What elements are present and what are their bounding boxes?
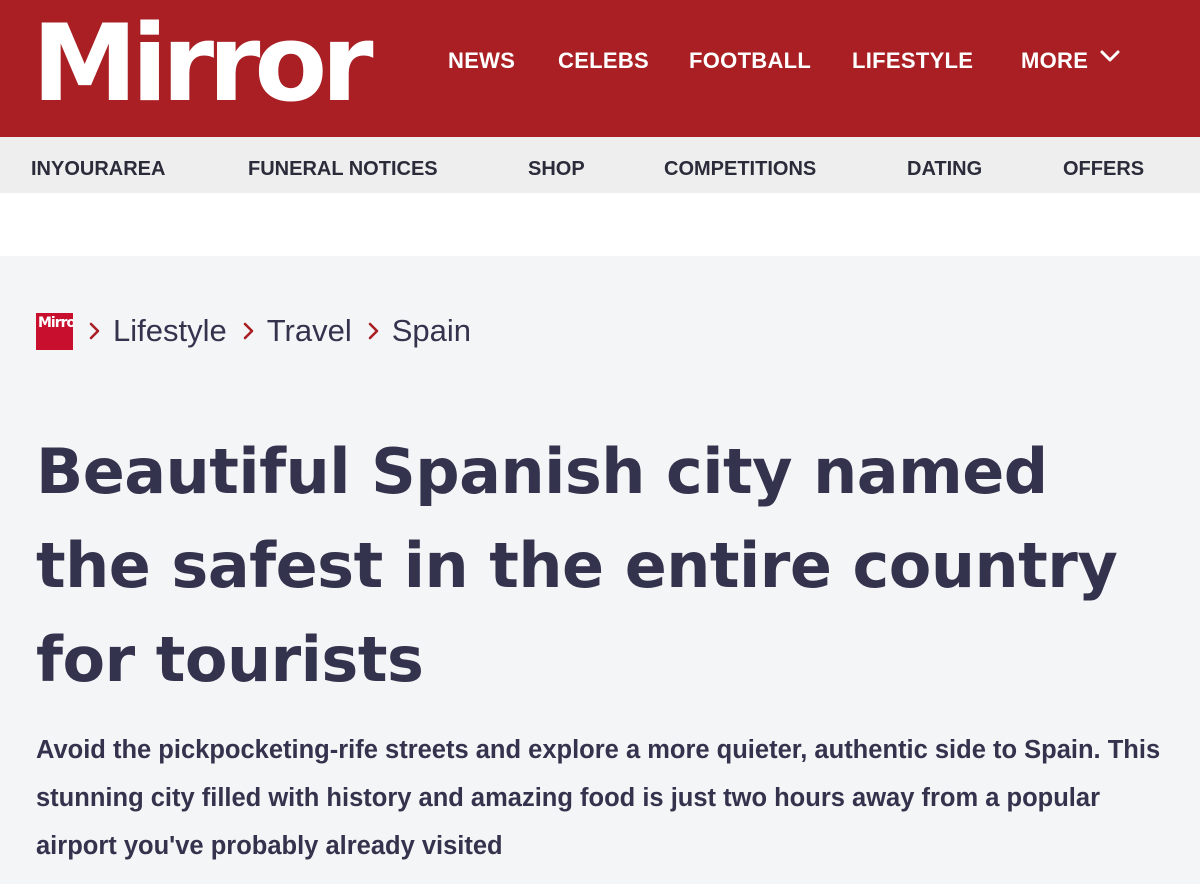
nav-news[interactable]: NEWS	[448, 48, 515, 74]
nav-competitions[interactable]: COMPETITIONS	[664, 158, 816, 181]
nav-offers[interactable]: OFFERS	[1063, 158, 1144, 181]
chevron-right-icon	[368, 322, 380, 340]
breadcrumb-home-logo[interactable]: Mirror	[36, 312, 73, 350]
nav-funeral-notices[interactable]: FUNERAL NOTICES	[248, 158, 438, 181]
article-standfirst: Avoid the pickpocketing-rife streets and…	[36, 736, 1161, 860]
nav-more-label: MORE	[1021, 48, 1089, 73]
nav-shop[interactable]: SHOP	[528, 158, 585, 181]
breadcrumb-spain[interactable]: Spain	[392, 313, 471, 349]
nav-celebs[interactable]: CELEBS	[558, 48, 649, 74]
chevron-down-icon	[1100, 49, 1120, 68]
nav-dating[interactable]: DATING	[907, 158, 982, 181]
nav-inyourarea[interactable]: INYOURAREA	[31, 158, 165, 181]
secondary-nav: INYOURAREA FUNERAL NOTICES SHOP COMPETIT…	[0, 137, 1200, 193]
nav-lifestyle[interactable]: LIFESTYLE	[852, 48, 973, 74]
top-bar: Mirror NEWS CELEBS FOOTBALL LIFESTYLE MO…	[0, 0, 1200, 137]
breadcrumb: Mirror Lifestyle Travel Spain	[36, 312, 471, 350]
breadcrumb-lifestyle[interactable]: Lifestyle	[113, 313, 227, 349]
article-headline: Beautiful Spanish city named the safest …	[36, 435, 1118, 696]
ad-slot-band	[0, 193, 1200, 256]
nav-more-button[interactable]: MORE	[1021, 48, 1120, 74]
breadcrumb-travel[interactable]: Travel	[267, 313, 352, 349]
chevron-right-icon	[243, 322, 255, 340]
chevron-right-icon	[89, 322, 101, 340]
nav-football[interactable]: FOOTBALL	[689, 48, 811, 74]
primary-nav: NEWS CELEBS FOOTBALL LIFESTYLE MORE	[0, 0, 1200, 137]
